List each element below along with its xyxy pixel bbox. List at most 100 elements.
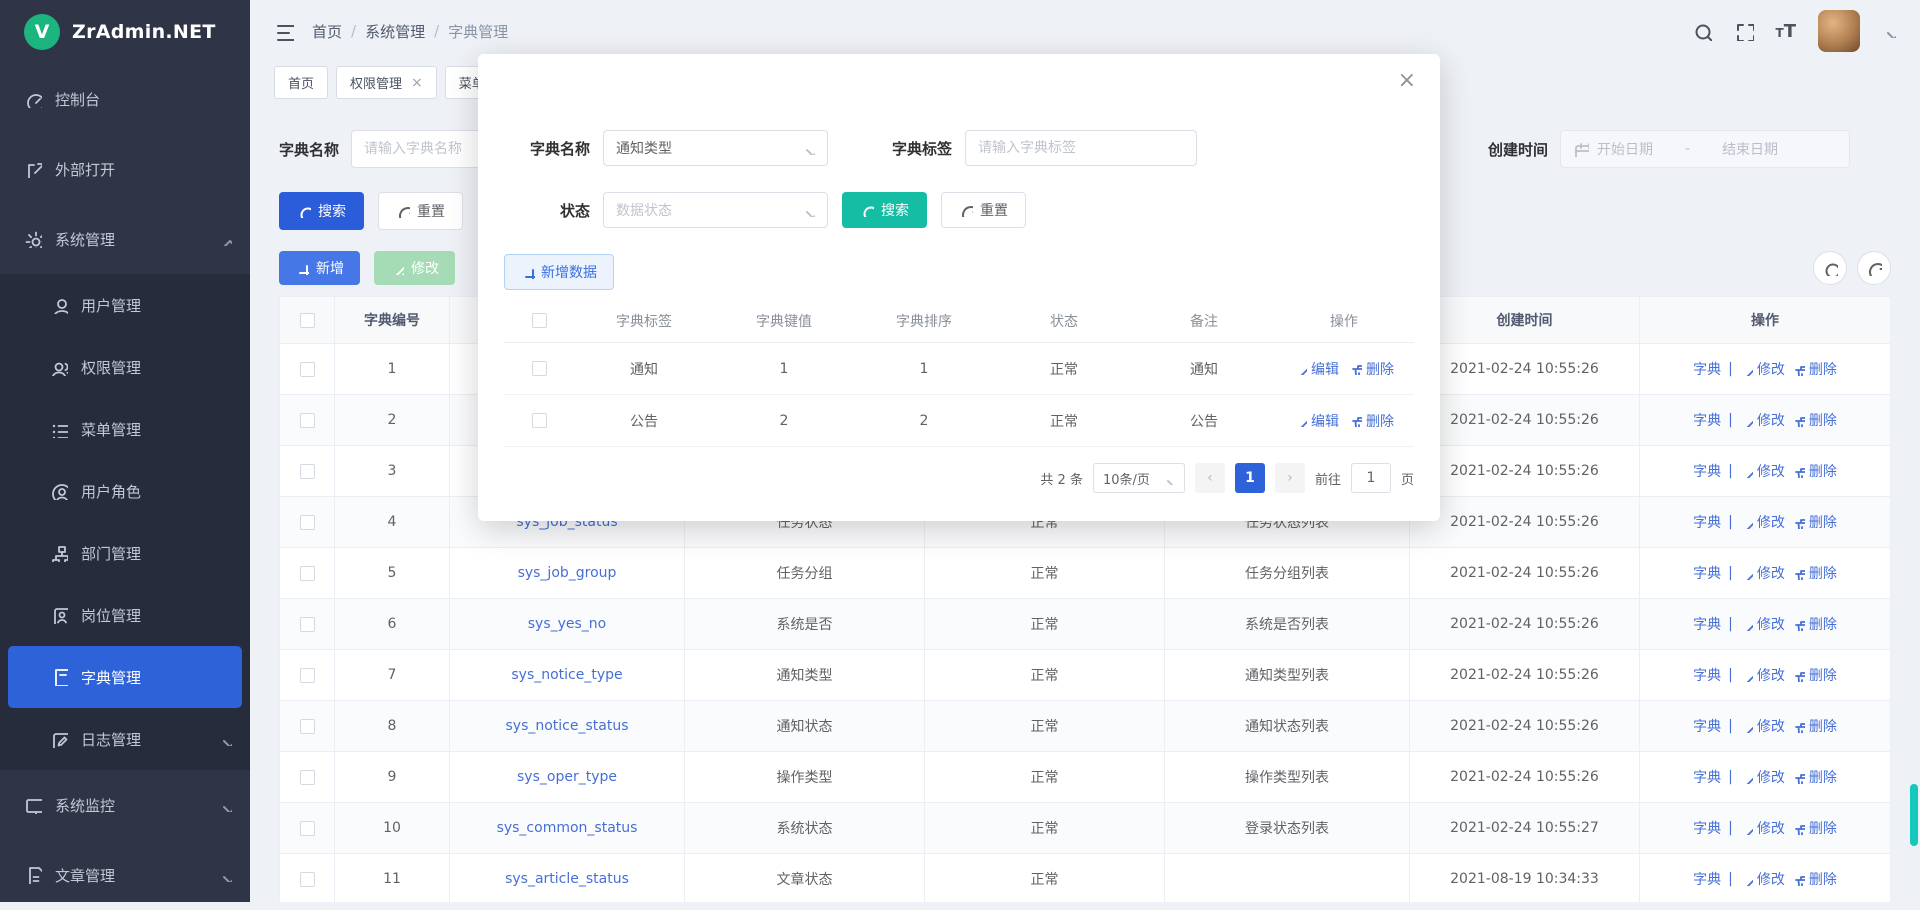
add-button[interactable]: 新增	[279, 251, 360, 285]
op-delete-link[interactable]: 删除	[1792, 461, 1837, 481]
dialog-search-button[interactable]: 搜索	[842, 192, 927, 228]
edit-button[interactable]: 修改	[374, 251, 455, 285]
op-edit-link[interactable]: 修改	[1740, 410, 1785, 430]
op-edit-link[interactable]: 修改	[1740, 614, 1785, 634]
dialog-reset-button[interactable]: 重置	[941, 192, 1026, 228]
op-dict-link[interactable]: 字典	[1693, 461, 1721, 481]
row-checkbox[interactable]	[300, 515, 315, 530]
add-dict-data-button[interactable]: 新增数据	[504, 254, 614, 290]
page-1-button[interactable]: 1	[1235, 463, 1265, 493]
op-delete-link[interactable]: 删除	[1792, 716, 1837, 736]
row-checkbox[interactable]	[532, 361, 547, 376]
close-icon[interactable]: ×	[411, 75, 423, 91]
breadcrumb-home[interactable]: 首页	[312, 21, 342, 42]
sidebar-item-departments[interactable]: 部门管理	[0, 522, 250, 584]
op-delete-link[interactable]: 删除	[1792, 614, 1837, 634]
menu-fold-icon[interactable]	[274, 21, 294, 41]
chevron-down-icon[interactable]	[1882, 24, 1896, 38]
dict-type-link[interactable]: sys_notice_status	[505, 718, 628, 734]
op-delete-link[interactable]: 删除	[1792, 767, 1837, 787]
op-dict-link[interactable]: 字典	[1693, 665, 1721, 685]
sidebar-item-users[interactable]: 用户管理	[0, 274, 250, 336]
row-checkbox[interactable]	[300, 872, 315, 887]
row-checkbox[interactable]	[300, 413, 315, 428]
sidebar-item-posts[interactable]: 岗位管理	[0, 584, 250, 646]
reset-button[interactable]: 重置	[378, 192, 463, 230]
op-edit-link[interactable]: 修改	[1740, 512, 1785, 532]
fullscreen-icon[interactable]	[1734, 21, 1754, 41]
dict-type-link[interactable]: sys_job_group	[518, 565, 617, 581]
mini-search-button[interactable]	[1813, 251, 1847, 285]
row-checkbox[interactable]	[300, 566, 315, 581]
op-dict-link[interactable]: 字典	[1693, 410, 1721, 430]
op-delete-link[interactable]: 删除	[1792, 818, 1837, 838]
row-checkbox[interactable]	[300, 719, 315, 734]
sidebar-item-dictionary[interactable]: 字典管理	[8, 646, 242, 708]
sidebar-item-system[interactable]: 系统管理	[0, 204, 250, 274]
op-edit-link[interactable]: 修改	[1740, 563, 1785, 583]
select-all-checkbox[interactable]	[300, 313, 315, 328]
op-edit-link[interactable]: 修改	[1740, 359, 1785, 379]
op-delete-link[interactable]: 删除	[1792, 512, 1837, 532]
mini-refresh-button[interactable]	[1857, 251, 1891, 285]
row-checkbox[interactable]	[300, 464, 315, 479]
sidebar-item-external[interactable]: 外部打开	[0, 134, 250, 204]
dict-label-input[interactable]	[978, 140, 1152, 156]
next-page-button[interactable]: ›	[1275, 463, 1305, 493]
op-delete-link[interactable]: 删除	[1349, 359, 1394, 379]
row-checkbox[interactable]	[300, 617, 315, 632]
search-button[interactable]: 搜索	[279, 192, 364, 230]
scrollbar-thumb[interactable]	[1910, 784, 1918, 846]
op-edit-link[interactable]: 修改	[1740, 665, 1785, 685]
sidebar-item-menus[interactable]: 菜单管理	[0, 398, 250, 460]
sidebar-item-dashboard[interactable]: 控制台	[0, 64, 250, 134]
row-checkbox[interactable]	[300, 668, 315, 683]
breadcrumb-system[interactable]: 系统管理	[365, 21, 425, 42]
dict-type-link[interactable]: sys_common_status	[497, 820, 638, 836]
date-range-picker[interactable]: 开始日期 - 结束日期	[1560, 130, 1850, 168]
dict-type-link[interactable]: sys_article_status	[505, 871, 629, 887]
op-edit-link[interactable]: 修改	[1740, 461, 1785, 481]
op-delete-link[interactable]: 删除	[1349, 411, 1394, 431]
tab-permissions[interactable]: 权限管理 ×	[336, 66, 437, 99]
sidebar-item-monitor[interactable]: 系统监控	[0, 770, 250, 840]
op-dict-link[interactable]: 字典	[1693, 767, 1721, 787]
sidebar-item-logs[interactable]: 日志管理	[0, 708, 250, 770]
op-edit-link[interactable]: 修改	[1740, 716, 1785, 736]
sidebar-item-permissions[interactable]: 权限管理	[0, 336, 250, 398]
op-delete-link[interactable]: 删除	[1792, 665, 1837, 685]
prev-page-button[interactable]: ‹	[1195, 463, 1225, 493]
dict-type-link[interactable]: sys_oper_type	[517, 769, 617, 785]
avatar[interactable]	[1818, 10, 1860, 52]
op-dict-link[interactable]: 字典	[1693, 512, 1721, 532]
row-checkbox[interactable]	[532, 413, 547, 428]
tab-home[interactable]: 首页	[274, 66, 328, 99]
dict-type-link[interactable]: sys_yes_no	[528, 616, 607, 632]
op-edit-link[interactable]: 编辑	[1294, 359, 1339, 379]
op-delete-link[interactable]: 删除	[1792, 410, 1837, 430]
op-dict-link[interactable]: 字典	[1693, 716, 1721, 736]
status-select[interactable]: 数据状态	[603, 192, 828, 228]
dict-type-link[interactable]: sys_notice_type	[511, 667, 622, 683]
op-edit-link[interactable]: 编辑	[1294, 411, 1339, 431]
search-icon[interactable]	[1692, 21, 1712, 41]
op-delete-link[interactable]: 删除	[1792, 869, 1837, 889]
select-all-checkbox[interactable]	[532, 313, 547, 328]
dialog-close-icon[interactable]: ×	[1398, 70, 1416, 92]
op-dict-link[interactable]: 字典	[1693, 869, 1721, 889]
op-delete-link[interactable]: 删除	[1792, 563, 1837, 583]
row-checkbox[interactable]	[300, 362, 315, 377]
op-delete-link[interactable]: 删除	[1792, 359, 1837, 379]
op-dict-link[interactable]: 字典	[1693, 614, 1721, 634]
font-size-icon[interactable]: T T	[1776, 21, 1796, 42]
op-edit-link[interactable]: 修改	[1740, 818, 1785, 838]
op-dict-link[interactable]: 字典	[1693, 818, 1721, 838]
row-checkbox[interactable]	[300, 770, 315, 785]
sidebar-item-articles[interactable]: 文章管理	[0, 840, 250, 910]
sidebar-item-user-roles[interactable]: 用户角色	[0, 460, 250, 522]
op-dict-link[interactable]: 字典	[1693, 563, 1721, 583]
row-checkbox[interactable]	[300, 821, 315, 836]
page-size-select[interactable]: 10条/页	[1093, 463, 1185, 493]
jump-page-input[interactable]	[1352, 464, 1390, 492]
op-edit-link[interactable]: 修改	[1740, 869, 1785, 889]
